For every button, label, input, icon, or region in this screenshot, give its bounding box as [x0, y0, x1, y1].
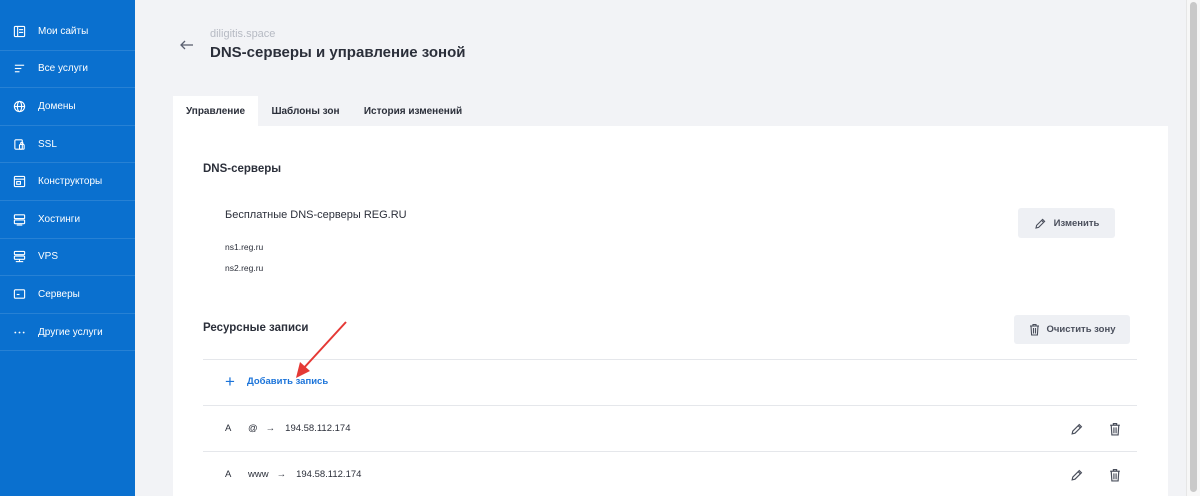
dns-server-1: ns1.reg.ru: [225, 242, 264, 252]
monitor-icon: [12, 287, 26, 301]
sidebar-item-my-sites[interactable]: Мои сайты: [0, 13, 135, 51]
record-arrow: →: [276, 469, 287, 480]
sidebar-item-label: Все услуги: [38, 63, 88, 75]
sidebar: Мои сайты Все услуги Домены SSL Конструк…: [0, 0, 135, 496]
sidebar-item-label: VPS: [38, 251, 59, 263]
sidebar-item-label: Хостинги: [38, 213, 81, 225]
sidebar-item-domains[interactable]: Домены: [0, 88, 135, 126]
table-row: A @ → 194.58.112.174: [225, 423, 351, 434]
record-type: A: [225, 423, 232, 434]
table-row: A www → 194.58.112.174: [225, 469, 361, 480]
clear-zone-label: Очистить зону: [1046, 324, 1116, 335]
record-value: 194.58.112.174: [296, 469, 362, 480]
tab-change-history[interactable]: История изменений: [353, 96, 473, 126]
sidebar-item-label: Другие услуги: [38, 326, 103, 338]
dots-icon: [12, 325, 26, 339]
delete-record-button[interactable]: [1107, 421, 1123, 437]
sidebar-item-label: Мои сайты: [38, 25, 89, 37]
record-type: A: [225, 469, 232, 480]
record-value: 194.58.112.174: [285, 423, 351, 434]
edit-record-button[interactable]: [1069, 421, 1085, 437]
main-panel: [173, 126, 1168, 496]
pencil-icon: [1034, 218, 1046, 229]
sidebar-item-label: Домены: [38, 100, 76, 112]
trash-icon: [1029, 323, 1039, 336]
record-arrow: →: [265, 423, 276, 434]
sidebar-item-label: SSL: [38, 138, 57, 150]
trash-icon: [1110, 469, 1120, 482]
vps-icon: [12, 250, 26, 264]
divider: [203, 451, 1137, 452]
edit-record-button[interactable]: [1069, 467, 1085, 483]
breadcrumb-domain: diligitis.space: [210, 28, 276, 40]
sidebar-item-vps[interactable]: VPS: [0, 239, 135, 277]
pencil-icon: [1071, 423, 1083, 435]
clear-zone-button[interactable]: Очистить зону: [1014, 315, 1130, 344]
server-icon: [12, 212, 26, 226]
sidebar-item-label: Серверы: [38, 288, 80, 300]
edit-dns-button[interactable]: Изменить: [1018, 208, 1115, 238]
annotation-arrow-icon: [296, 321, 347, 378]
tab-zone-templates[interactable]: Шаблоны зон: [258, 96, 353, 126]
page-title: DNS-серверы и управление зоной: [210, 44, 466, 61]
menu-icon: [12, 62, 26, 76]
sidebar-item-hosting[interactable]: Хостинги: [0, 201, 135, 239]
divider: [203, 405, 1137, 406]
sidebar-item-servers[interactable]: Серверы: [0, 276, 135, 314]
plus-icon: +: [225, 372, 235, 391]
sidebar-item-builders[interactable]: Конструкторы: [0, 163, 135, 201]
sidebar-item-ssl[interactable]: SSL: [0, 126, 135, 164]
dns-servers-heading: DNS-серверы: [203, 163, 282, 175]
sidebar-item-all-services[interactable]: Все услуги: [0, 51, 135, 89]
sidebar-item-other-services[interactable]: Другие услуги: [0, 314, 135, 352]
back-button[interactable]: [178, 37, 196, 53]
arrow-left-icon: [180, 40, 193, 50]
edit-dns-label: Изменить: [1053, 217, 1100, 229]
trash-icon: [1110, 423, 1120, 436]
record-host: @: [248, 423, 258, 434]
tab-management[interactable]: Управление: [173, 96, 258, 126]
sidebar-item-label: Конструкторы: [38, 176, 103, 188]
lock-icon: [12, 137, 26, 151]
delete-record-button[interactable]: [1107, 467, 1123, 483]
scrollbar[interactable]: [1186, 0, 1200, 496]
globe-icon: [12, 99, 26, 113]
dns-server-2: ns2.reg.ru: [225, 263, 264, 273]
list-icon: [12, 24, 26, 38]
builder-icon: [12, 175, 26, 189]
record-host: www: [248, 469, 269, 480]
dns-provider: Бесплатные DNS-серверы REG.RU: [225, 209, 407, 221]
scrollbar-thumb[interactable]: [1190, 2, 1197, 492]
pencil-icon: [1071, 469, 1083, 481]
